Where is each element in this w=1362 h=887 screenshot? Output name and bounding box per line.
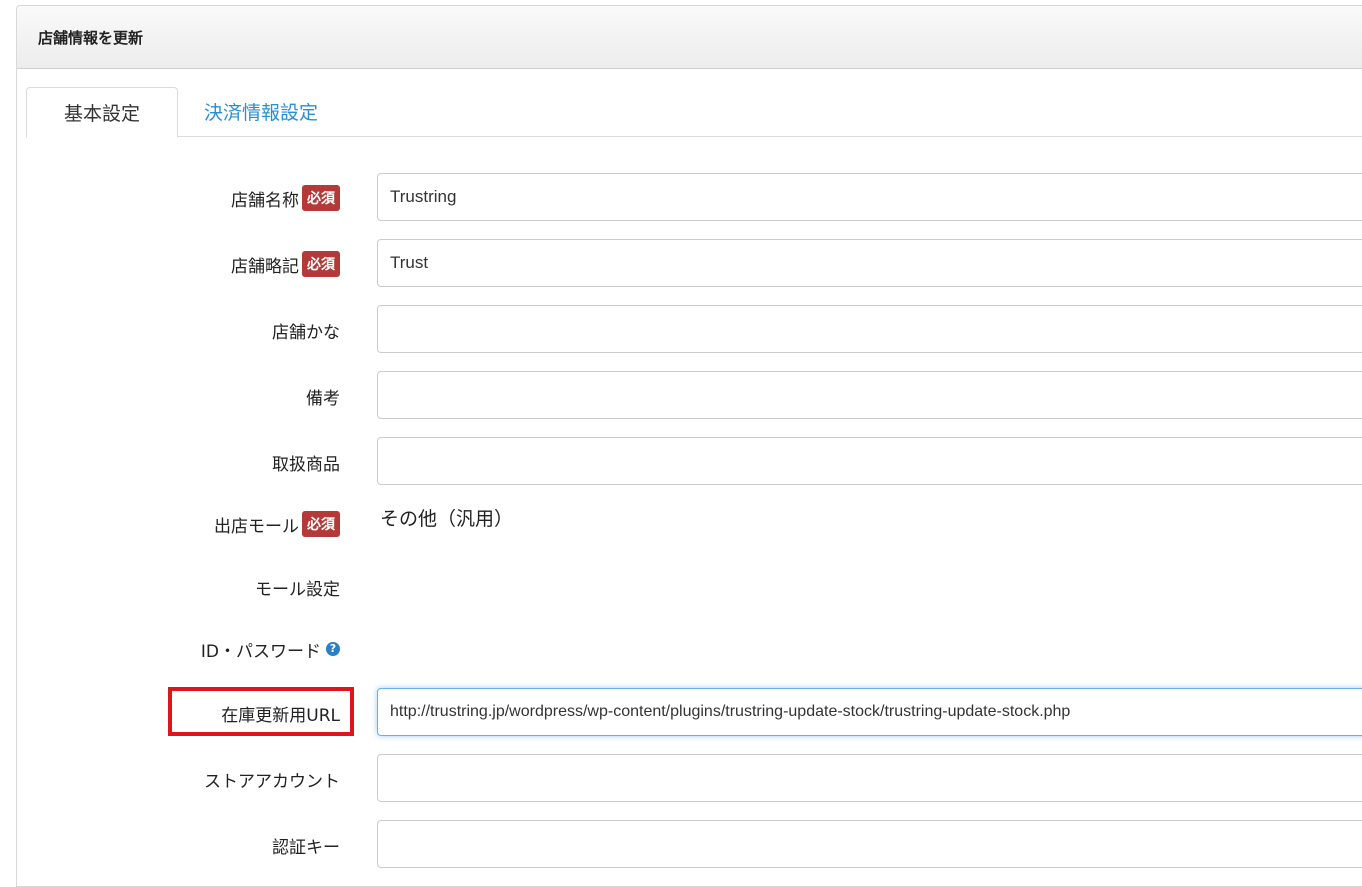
mall-label: 出店モール 必須 bbox=[214, 499, 340, 549]
remarks-input[interactable] bbox=[377, 371, 1362, 419]
mall-value: その他（汎用） bbox=[380, 507, 514, 530]
form-row-mall-settings: モール設定 bbox=[0, 562, 1362, 612]
tab-basic-settings[interactable]: 基本設定 bbox=[26, 87, 178, 138]
store-account-input[interactable] bbox=[377, 754, 1362, 802]
mall-settings-label: モール設定 bbox=[255, 579, 340, 600]
id-password-label: ID・パスワード ? bbox=[201, 624, 340, 674]
form-row-mall: 出店モール 必須 その他（汎用） bbox=[0, 499, 1362, 549]
auth-key-label: 認証キー bbox=[272, 837, 340, 858]
panel-title: 店舗情報を更新 bbox=[17, 6, 1362, 69]
store-name-input[interactable] bbox=[377, 173, 1362, 221]
remarks-label: 備考 bbox=[306, 388, 340, 409]
required-badge: 必須 bbox=[302, 185, 340, 211]
form-row-store-account: ストアアカウント bbox=[0, 754, 1362, 804]
form-row-store-name: 店舗名称 必須 bbox=[0, 173, 1362, 223]
form-row-store-short: 店舗略記 必須 bbox=[0, 239, 1362, 289]
products-input[interactable] bbox=[377, 437, 1362, 485]
store-name-label: 店舗名称 必須 bbox=[231, 173, 340, 223]
store-kana-input[interactable] bbox=[377, 305, 1362, 353]
required-badge: 必須 bbox=[302, 511, 340, 537]
tab-payment-settings[interactable]: 決済情報設定 bbox=[189, 87, 333, 135]
store-account-label: ストアアカウント bbox=[204, 771, 340, 792]
form-row-store-kana: 店舗かな bbox=[0, 305, 1362, 355]
store-short-input[interactable] bbox=[377, 239, 1362, 287]
required-badge: 必須 bbox=[302, 251, 340, 277]
question-circle-icon[interactable]: ? bbox=[326, 642, 340, 656]
form-row-id-password: ID・パスワード ? bbox=[0, 624, 1362, 674]
store-short-label: 店舗略記 必須 bbox=[231, 239, 340, 289]
form-row-remarks: 備考 bbox=[0, 371, 1362, 421]
highlight-box bbox=[168, 687, 354, 736]
tab-bar: 基本設定 決済情報設定 bbox=[26, 87, 1362, 138]
auth-key-input[interactable] bbox=[377, 820, 1362, 868]
form-row-products: 取扱商品 bbox=[0, 437, 1362, 487]
store-kana-label: 店舗かな bbox=[272, 322, 340, 343]
stock-url-input[interactable] bbox=[377, 688, 1362, 736]
products-label: 取扱商品 bbox=[272, 454, 340, 475]
form-row-auth-key: 認証キー bbox=[0, 820, 1362, 870]
